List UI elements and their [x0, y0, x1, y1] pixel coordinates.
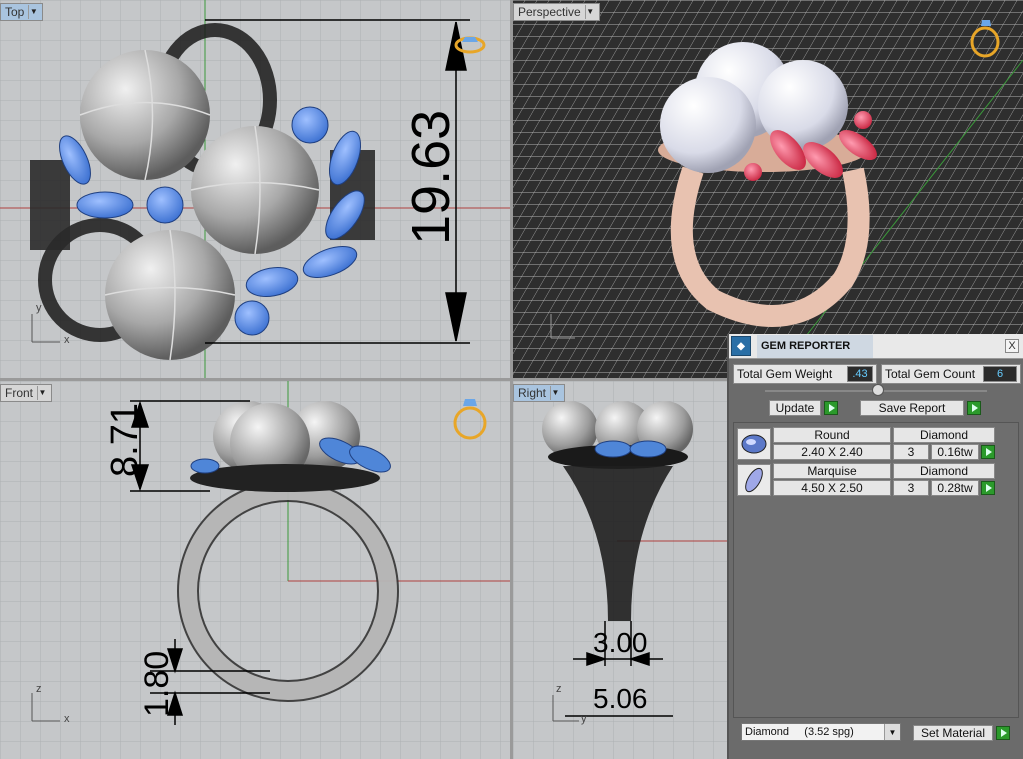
update-row: Update Save Report — [769, 400, 981, 416]
chevron-down-icon[interactable]: ▼ — [28, 5, 38, 19]
front-viewport[interactable]: Front ▼ 8.71 1.80 z x — [0, 381, 510, 759]
gem-material: Diamond — [893, 463, 995, 479]
dimension-label: 3.00 — [593, 627, 648, 658]
axis-z-label: z — [36, 683, 42, 695]
save-report-play-icon[interactable] — [967, 401, 981, 415]
gem-count: 3 — [893, 480, 929, 496]
gem-shape: Marquise — [773, 463, 891, 479]
gem-weight: 0.16tw — [931, 444, 979, 460]
total-gem-weight-value: .43 — [847, 366, 873, 382]
viewport-label-right[interactable]: Right ▼ — [513, 384, 566, 402]
cad-workspace: Top ▼ 19.63 y x Perspective ▼ Front ▼ 8.… — [0, 0, 1023, 759]
viewport-label-top[interactable]: Top ▼ — [0, 3, 44, 21]
update-play-icon[interactable] — [824, 401, 838, 415]
gem-row[interactable]: Round Diamond 2.40 X 2.40 3 0.16tw — [737, 427, 999, 461]
chevron-down-icon[interactable]: ▼ — [584, 5, 595, 19]
save-report-button[interactable]: Save Report — [860, 400, 964, 416]
set-material-button[interactable]: Set Material — [913, 725, 993, 741]
gem-shape: Round — [773, 427, 891, 443]
total-gem-weight-field: Total Gem Weight .43 — [733, 364, 877, 384]
gem-reporter-title: GEM REPORTER — [757, 334, 873, 358]
gem-size: 2.40 X 2.40 — [773, 444, 891, 460]
gem-reporter-panel: ◆ GEM REPORTER X Total Gem Weight .43 To… — [727, 334, 1023, 759]
chevron-down-icon[interactable]: ▼ — [37, 386, 47, 400]
total-gem-count-value: 6 — [983, 366, 1017, 382]
update-button[interactable]: Update — [769, 400, 821, 416]
viewport-label-perspective[interactable]: Perspective ▼ — [513, 3, 600, 21]
axis-x-label: x — [64, 713, 70, 725]
right-viewport[interactable]: Right ▼ 3.00 5.06 z y — [513, 381, 727, 759]
axis-z-label: z — [556, 683, 562, 695]
pearl-3 — [105, 230, 235, 360]
totals-row: Total Gem Weight .43 Total Gem Count 6 — [733, 364, 1021, 384]
material-select[interactable]: Diamond (3.52 spg) ▼ — [741, 723, 901, 741]
chevron-down-icon[interactable]: ▼ — [550, 386, 560, 400]
pearl-p3 — [660, 77, 756, 173]
gem-reporter-logo-icon: ◆ — [731, 336, 751, 356]
front-grid — [0, 381, 510, 759]
perspective-grid — [513, 0, 1023, 378]
chevron-down-icon[interactable]: ▼ — [884, 724, 900, 740]
gem-row[interactable]: Marquise Diamond 4.50 X 2.50 3 0.28tw — [737, 463, 999, 497]
gem-material: Diamond — [893, 427, 995, 443]
gem-list: Round Diamond 2.40 X 2.40 3 0.16tw Marqu… — [733, 422, 1019, 718]
gem-select-play-icon[interactable] — [981, 445, 995, 459]
dimension-label: 1.80 — [138, 650, 176, 717]
dimension-label: 19.63 — [401, 109, 461, 245]
pearl-1 — [80, 50, 210, 180]
pearl-2 — [191, 126, 319, 254]
total-gem-count-field: Total Gem Count 6 — [881, 364, 1021, 384]
perspective-viewport[interactable]: Perspective ▼ — [513, 0, 1023, 378]
gem-select-play-icon[interactable] — [981, 481, 995, 495]
gem-weight: 0.28tw — [931, 480, 979, 496]
gem-count: 3 — [893, 444, 929, 460]
axis-y-label: y — [36, 302, 42, 314]
set-material-row: Set Material — [913, 725, 1010, 741]
marquise-gem-icon — [737, 464, 771, 496]
set-material-play-icon[interactable] — [996, 726, 1010, 740]
axis-y-label: y — [581, 713, 587, 725]
slider-handle[interactable] — [872, 384, 884, 396]
viewport-label-front[interactable]: Front ▼ — [0, 384, 53, 402]
close-button[interactable]: X — [1005, 339, 1019, 353]
top-viewport[interactable]: Top ▼ 19.63 y x — [0, 0, 510, 378]
dimension-label: 5.06 — [593, 683, 648, 714]
round-gem-icon — [737, 428, 771, 460]
gem-size: 4.50 X 2.50 — [773, 480, 891, 496]
dimension-label: 8.71 — [104, 403, 146, 477]
axis-x-label: x — [64, 334, 70, 346]
gem-reporter-titlebar: ◆ GEM REPORTER X — [729, 334, 1023, 359]
